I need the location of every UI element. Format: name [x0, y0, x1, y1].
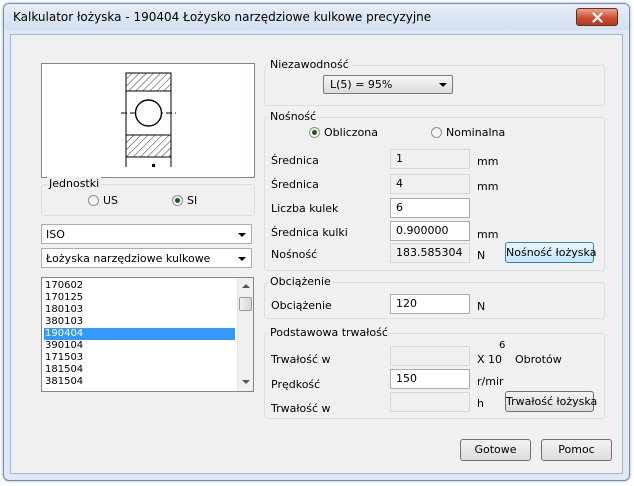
ball-diameter-input[interactable]: 0.900000 — [390, 221, 470, 241]
load-field-label: Obciążenie — [271, 299, 332, 312]
load-capacity-button[interactable]: Nośność łożyska — [505, 242, 596, 263]
units-us-label[interactable]: US — [103, 194, 118, 207]
chevron-down-icon — [238, 257, 246, 261]
outer-diameter-unit: mm — [477, 155, 499, 168]
scroll-thumb[interactable] — [239, 297, 252, 311]
list-item[interactable]: 180103 — [44, 304, 235, 316]
ball-diameter-unit: mm — [477, 228, 499, 241]
life-revolutions-word: Obrotów — [515, 353, 562, 366]
inner-diameter-unit: mm — [477, 180, 499, 193]
units-label: Jednostki — [47, 177, 102, 190]
close-button[interactable] — [576, 8, 618, 26]
load-capacity-label: Nośność — [271, 248, 318, 261]
units-si-radio[interactable] — [172, 195, 183, 206]
capacity-nominal-label[interactable]: Nominalna — [446, 126, 505, 139]
reliability-select-value: L(5) = 95% — [330, 78, 393, 91]
life-revolutions-label: Trwałość w — [271, 353, 331, 366]
close-icon — [592, 12, 603, 23]
chevron-down-icon — [238, 233, 246, 237]
speed-input[interactable]: 150 — [390, 369, 470, 389]
list-item[interactable]: 390104 — [44, 340, 235, 352]
capacity-nominal-radio[interactable] — [431, 127, 442, 138]
bearing-cross-section-icon — [121, 72, 176, 167]
window-title: Kalkulator łożyska - 190404 Łożysko narz… — [13, 10, 432, 24]
done-button[interactable]: Gotowe — [460, 439, 531, 461]
outer-diameter-field: 1 — [390, 149, 470, 169]
dialog-client: Jednostki US SI ISO Łożyska narzędziowe … — [10, 34, 623, 474]
speed-label: Prędkość — [271, 378, 321, 391]
capacity-calculated-label[interactable]: Obliczona — [324, 126, 378, 139]
bearing-type-select-value: Łożyska narzędziowe kulkowe — [46, 252, 211, 265]
scroll-up-icon[interactable] — [242, 284, 250, 288]
outer-diameter-label: Średnica — [271, 154, 319, 167]
reliability-select[interactable]: L(5) = 95% — [323, 75, 453, 94]
ball-diameter-label: Średnica kulki — [271, 226, 348, 239]
list-item[interactable]: 170125 — [44, 292, 235, 304]
load-input[interactable]: 120 — [390, 294, 470, 314]
life-hours-unit: h — [477, 397, 484, 410]
reliability-label: Niezawodność — [268, 58, 351, 71]
dialog-window: Kalkulator łożyska - 190404 Łożysko narz… — [3, 3, 630, 481]
list-item[interactable]: 171503 — [44, 352, 235, 364]
load-capacity-field: 183.585304 — [390, 243, 470, 263]
bearing-drawing — [41, 63, 255, 178]
life-revolutions-field — [390, 346, 470, 366]
inner-diameter-label: Średnica — [271, 178, 319, 191]
list-item[interactable]: 170602 — [44, 280, 235, 292]
scroll-down-icon[interactable] — [242, 380, 250, 384]
list-scrollbar[interactable] — [237, 278, 253, 391]
help-button[interactable]: Pomoc — [541, 439, 612, 461]
life-revolutions-exponent: 6 — [499, 340, 506, 351]
load-capacity-unit: N — [477, 249, 486, 262]
title-bar: Kalkulator łożyska - 190404 Łożysko narz… — [4, 4, 629, 30]
load-label: Obciążenie — [268, 275, 333, 288]
bearing-list[interactable]: 170602 170125 180103 380103 190404 39010… — [41, 277, 254, 392]
bearing-life-button[interactable]: Trwałość łożyska — [505, 391, 597, 412]
load-unit: N — [477, 300, 486, 313]
inner-diameter-field: 4 — [390, 174, 470, 194]
bearing-type-select[interactable]: Łożyska narzędziowe kulkowe — [41, 248, 252, 268]
list-item-selected[interactable]: 190404 — [44, 328, 235, 340]
speed-unit: r/mir — [477, 375, 504, 388]
units-si-label[interactable]: SI — [187, 194, 197, 207]
units-us-radio[interactable] — [88, 195, 99, 206]
list-item[interactable]: 381504 — [44, 376, 235, 388]
standard-select[interactable]: ISO — [41, 224, 252, 244]
capacity-calculated-radio[interactable] — [309, 127, 320, 138]
ball-count-label: Liczba kulek — [271, 202, 339, 215]
ball-count-input[interactable]: 6 — [390, 198, 470, 218]
life-hours-label: Trwałość w — [271, 402, 331, 415]
capacity-label: Nośność — [268, 110, 319, 123]
life-hours-field — [390, 392, 470, 412]
chevron-down-icon — [439, 83, 447, 87]
list-item[interactable]: 380103 — [44, 316, 235, 328]
list-item[interactable]: 181504 — [44, 364, 235, 376]
standard-select-value: ISO — [46, 228, 65, 241]
life-revolutions-unit: X 10 — [477, 353, 503, 366]
life-label: Podstawowa trwałość — [268, 326, 390, 339]
